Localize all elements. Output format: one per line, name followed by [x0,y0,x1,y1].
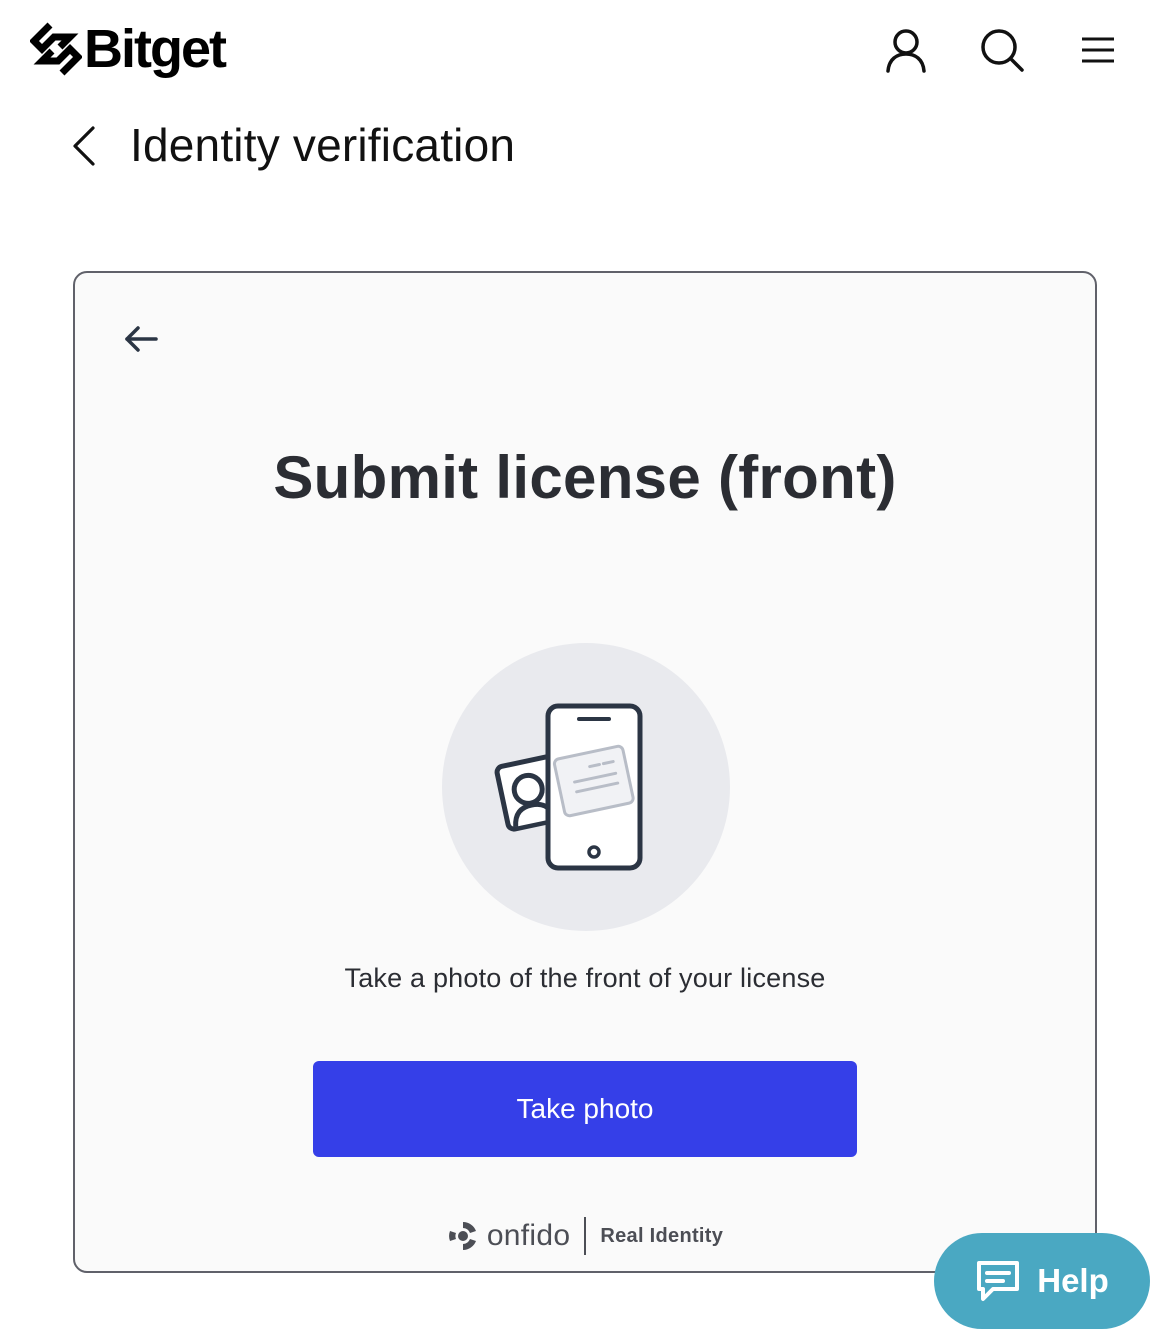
chat-bubble-icon [977,1261,1020,1301]
page-title: Identity verification [130,119,516,171]
real-identity-tagline: Real Identity [600,1224,724,1247]
bitget-logo-mark-icon [30,22,82,76]
onfido-logo: onfido [447,1219,571,1253]
phone-license-illustration-icon [442,643,730,931]
instruction-text: Take a photo of the front of your licens… [344,963,826,993]
page-header: Identity verification [0,110,1170,182]
help-label: Help [1037,1262,1109,1299]
back-chevron-icon[interactable] [62,124,106,168]
onfido-branding: onfido Real Identity [75,1217,1095,1255]
search-icon[interactable] [976,24,1028,76]
top-navigation-bar: Bitget [0,0,1170,100]
onfido-logo-icon [448,1222,476,1250]
help-button[interactable]: Help [934,1233,1150,1329]
verification-card: Submit license (front) Take a photo of t… [73,271,1097,1273]
brand-name: Bitget [84,19,227,79]
onfido-wordmark: onfido [486,1219,571,1252]
bitget-logo[interactable]: Bitget [30,14,227,84]
brand-divider [584,1217,587,1255]
user-icon[interactable] [880,24,932,76]
back-arrow-icon[interactable] [119,319,163,359]
card-title: Submit license (front) [273,444,897,511]
menu-icon[interactable] [1072,24,1124,76]
take-photo-button[interactable]: Take photo [313,1061,857,1157]
